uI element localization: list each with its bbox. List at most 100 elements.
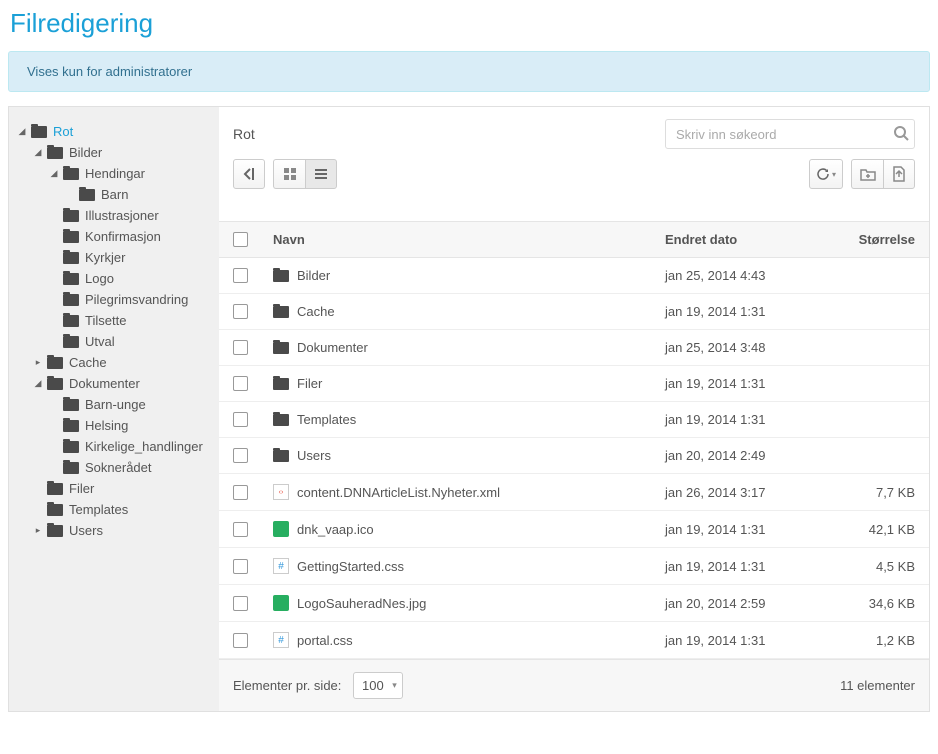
table-row[interactable]: Users jan 20, 2014 2:49 xyxy=(219,438,929,474)
column-date[interactable]: Endret dato xyxy=(665,232,835,247)
folder-icon xyxy=(63,336,79,348)
back-button[interactable] xyxy=(233,159,265,189)
folder-icon xyxy=(63,420,79,432)
tree-node[interactable]: ◢Hendingar xyxy=(49,163,211,184)
file-icon: # xyxy=(273,558,289,574)
tree-node[interactable]: Helsing xyxy=(49,415,211,436)
refresh-button[interactable]: ▾ xyxy=(809,159,843,189)
file-date: jan 19, 2014 1:31 xyxy=(665,559,835,574)
table-row[interactable]: Dokumenterjan 25, 2014 3:48 xyxy=(219,330,929,366)
grid-view-button[interactable] xyxy=(273,159,305,189)
row-checkbox[interactable] xyxy=(233,633,248,648)
search-icon[interactable] xyxy=(893,125,909,141)
folder-icon xyxy=(273,450,289,462)
tree-node[interactable]: Soknerådet xyxy=(49,457,211,478)
select-all-checkbox[interactable] xyxy=(233,232,248,247)
tree-node[interactable]: Filer xyxy=(33,478,211,499)
tree-node[interactable]: Utval xyxy=(49,331,211,352)
list-view-button[interactable] xyxy=(305,159,337,189)
table-row[interactable]: # GettingStarted.css jan 19, 2014 1:314,5 … xyxy=(219,548,929,585)
tree-toggle-icon[interactable]: ▸ xyxy=(33,526,43,536)
row-checkbox[interactable] xyxy=(233,376,248,391)
tree-node[interactable]: Barn-unge xyxy=(49,394,211,415)
upload-file-button[interactable] xyxy=(883,159,915,189)
tree-node[interactable]: Templates xyxy=(33,499,211,520)
file-date: jan 20, 2014 2:49 xyxy=(665,448,835,463)
row-checkbox[interactable] xyxy=(233,485,248,500)
tree-label: Dokumenter xyxy=(69,376,140,391)
row-checkbox[interactable] xyxy=(233,304,248,319)
tree-label: Illustrasjoner xyxy=(85,208,159,223)
file-icon xyxy=(273,521,289,537)
file-name: GettingStarted.css xyxy=(297,559,404,574)
folder-icon xyxy=(63,273,79,285)
item-count: 11 elementer xyxy=(840,678,915,693)
tree-node[interactable]: ◢ Dokumenter xyxy=(33,373,211,394)
tree-toggle-icon[interactable]: ▸ xyxy=(33,358,43,368)
column-size[interactable]: Størrelse xyxy=(835,232,915,247)
per-page-label: Elementer pr. side: xyxy=(233,678,341,693)
folder-icon xyxy=(47,483,63,495)
row-checkbox[interactable] xyxy=(233,522,248,537)
tree-toggle-icon[interactable]: ◢ xyxy=(49,169,59,179)
table-row[interactable]: dnk_vaap.icojan 19, 2014 1:3142,1 KB xyxy=(219,511,929,548)
folder-icon xyxy=(63,231,79,243)
folder-icon xyxy=(47,357,63,369)
tree-label: Tilsette xyxy=(85,313,126,328)
new-folder-button[interactable] xyxy=(851,159,883,189)
tree-label: Utval xyxy=(85,334,115,349)
info-banner: Vises kun for administratorer xyxy=(8,51,930,92)
table-row[interactable]: Filerjan 19, 2014 1:31 xyxy=(219,366,929,402)
table-row[interactable]: ‹›content.DNNArticleList.Nyheter.xmljan … xyxy=(219,474,929,511)
row-checkbox[interactable] xyxy=(233,340,248,355)
file-size: 42,1 KB xyxy=(835,522,915,537)
row-checkbox[interactable] xyxy=(233,268,248,283)
folder-icon xyxy=(273,378,289,390)
table-row[interactable]: #portal.cssjan 19, 2014 1:311,2 KB xyxy=(219,622,929,659)
tree-node[interactable]: ◢Bilder xyxy=(33,142,211,163)
table-row[interactable]: Templatesjan 19, 2014 1:31 xyxy=(219,402,929,438)
file-name: Users xyxy=(297,448,331,463)
tree-label: Cache xyxy=(69,355,107,370)
table-row[interactable]: LogoSauheradNes.jpgjan 20, 2014 2:5934,6… xyxy=(219,585,929,622)
tree-node[interactable]: ▸ Cache xyxy=(33,352,211,373)
search-input[interactable] xyxy=(665,119,915,149)
file-date: jan 25, 2014 4:43 xyxy=(665,268,835,283)
file-name: Filer xyxy=(297,376,322,391)
file-icon: ‹› xyxy=(273,484,289,500)
folder-icon xyxy=(63,168,79,180)
tree-label: Users xyxy=(69,523,103,538)
row-checkbox[interactable] xyxy=(233,412,248,427)
row-checkbox[interactable] xyxy=(233,596,248,611)
table-row[interactable]: Cachejan 19, 2014 1:31 xyxy=(219,294,929,330)
tree-toggle-icon[interactable]: ◢ xyxy=(33,379,43,389)
table-row[interactable]: Bilderjan 25, 2014 4:43 xyxy=(219,258,929,294)
tree-node[interactable]: Tilsette xyxy=(49,310,211,331)
tree-node[interactable]: ▸ Users xyxy=(33,520,211,541)
tree-node[interactable]: ◢Rot xyxy=(17,121,211,142)
column-name[interactable]: Navn xyxy=(273,232,665,247)
tree-node[interactable]: Logo xyxy=(49,268,211,289)
tree-node[interactable]: Pilegrimsvandring xyxy=(49,289,211,310)
folder-icon xyxy=(63,294,79,306)
tree-node[interactable]: Kirkelige_handlinger xyxy=(49,436,211,457)
file-date: jan 26, 2014 3:17 xyxy=(665,485,835,500)
row-checkbox[interactable] xyxy=(233,559,248,574)
folder-tree-sidebar: ◢Rot◢Bilder◢HendingarBarn Illustrasjoner K… xyxy=(9,107,219,711)
row-checkbox[interactable] xyxy=(233,448,248,463)
tree-label: Soknerådet xyxy=(85,460,152,475)
file-size: 4,5 KB xyxy=(835,559,915,574)
tree-node[interactable]: Konfirmasjon xyxy=(49,226,211,247)
tree-label: Kirkelige_handlinger xyxy=(85,439,203,454)
tree-label: Templates xyxy=(69,502,128,517)
file-name: dnk_vaap.ico xyxy=(297,522,374,537)
tree-node[interactable]: Illustrasjoner xyxy=(49,205,211,226)
folder-icon xyxy=(63,441,79,453)
tree-node[interactable]: Barn xyxy=(65,184,211,205)
per-page-select[interactable]: 100 xyxy=(353,672,403,699)
file-date: jan 19, 2014 1:31 xyxy=(665,412,835,427)
tree-toggle-icon[interactable]: ◢ xyxy=(17,127,27,137)
tree-node[interactable]: Kyrkjer xyxy=(49,247,211,268)
tree-toggle-icon[interactable]: ◢ xyxy=(33,148,43,158)
file-name: Dokumenter xyxy=(297,340,368,355)
